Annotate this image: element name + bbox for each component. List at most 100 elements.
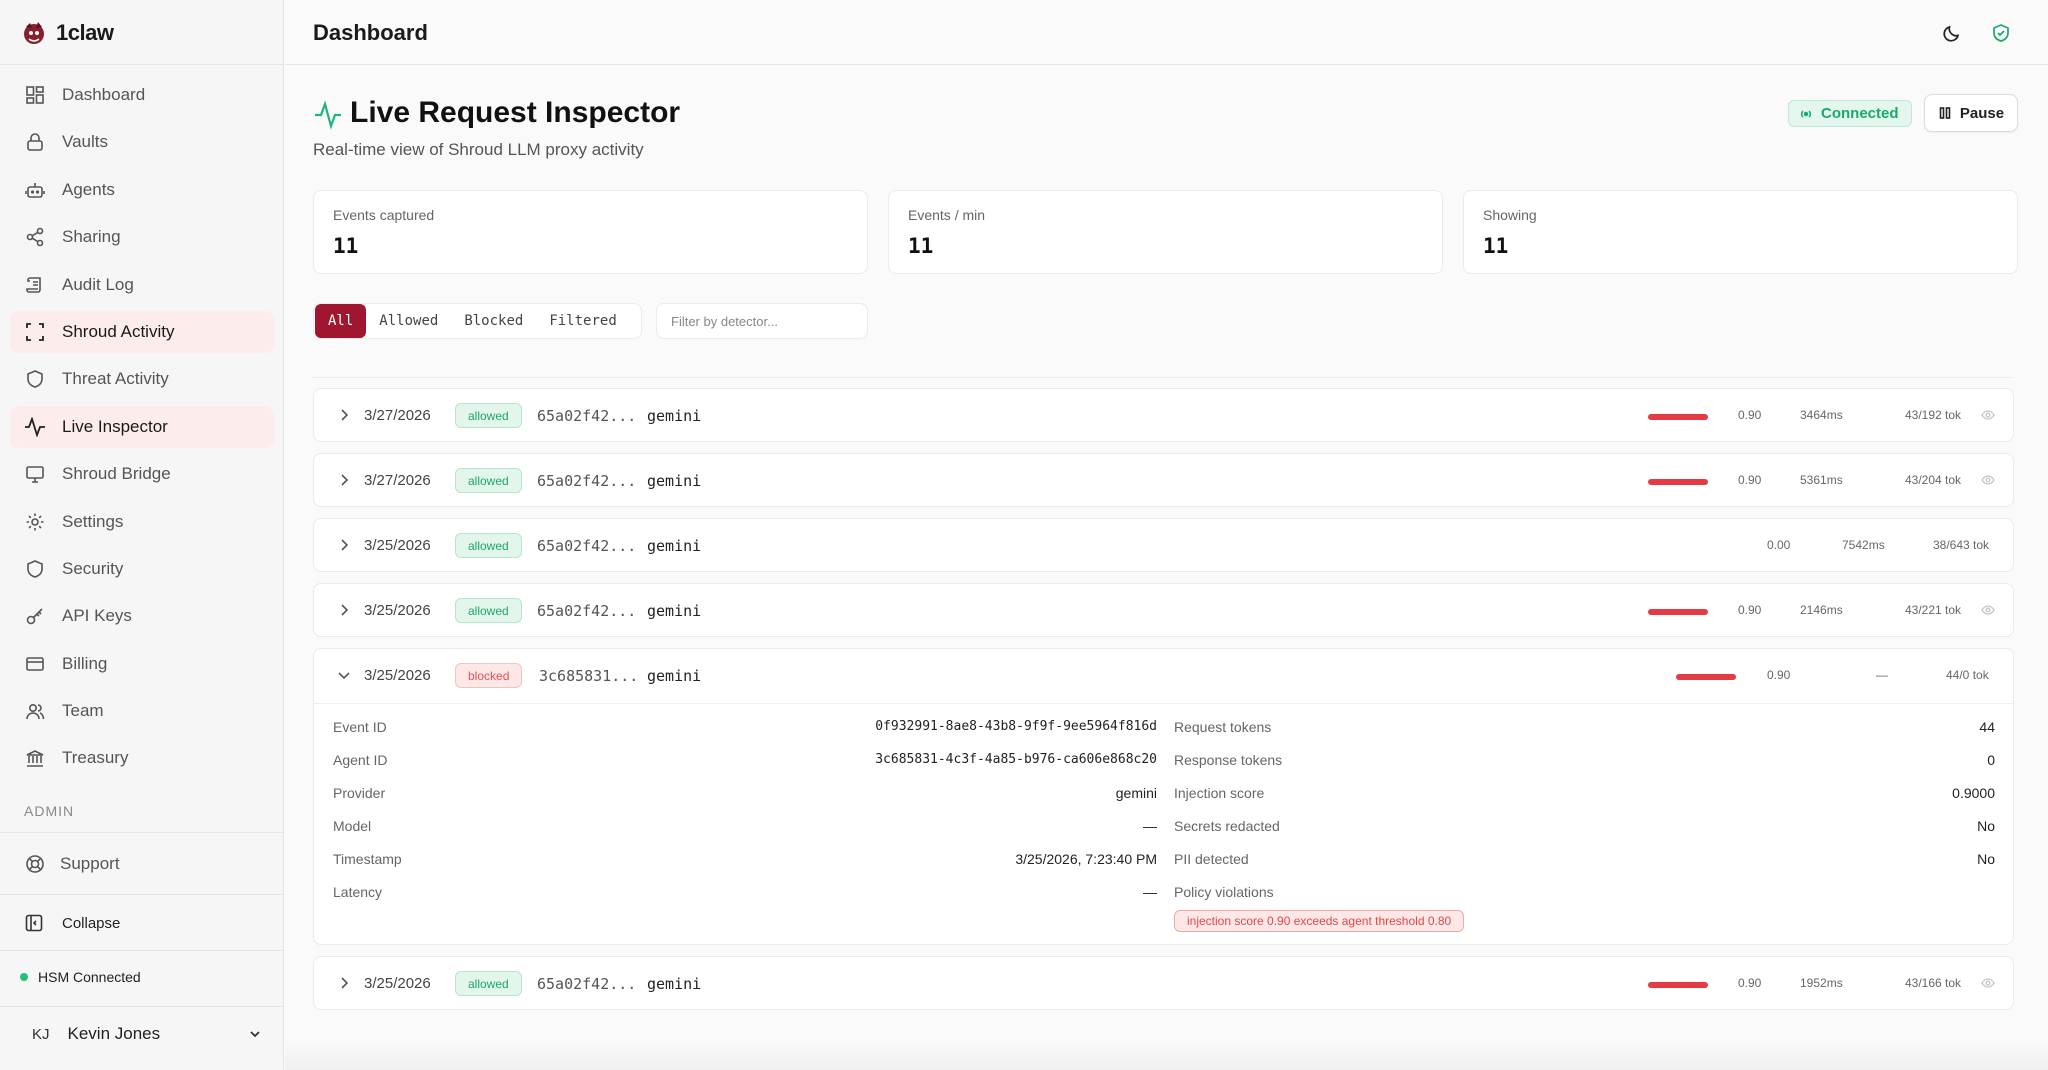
- moon-icon[interactable]: [1940, 21, 1964, 45]
- stat-label: Events / min: [908, 207, 986, 223]
- sidebar-item-security[interactable]: Security: [10, 548, 274, 590]
- sidebar-item-dashboard[interactable]: Dashboard: [10, 74, 274, 116]
- sidebar-item-audit-log[interactable]: Audit Log: [10, 264, 274, 306]
- event-row[interactable]: 3/27/2026 allowed 65a02f42... gemini 0.9…: [313, 453, 2014, 507]
- pause-icon: [1939, 107, 1951, 119]
- bot-icon: [24, 179, 46, 201]
- key-icon: [24, 605, 46, 627]
- sidebar-item-team[interactable]: Team: [10, 690, 274, 732]
- filter-tab-allowed[interactable]: Allowed: [366, 304, 451, 338]
- injection-score-value: 0.9000: [1952, 785, 1995, 801]
- stat-card-events-per-min: Events / min 11: [888, 190, 1443, 274]
- event-row-header[interactable]: 3/25/2026 blocked 3c685831... gemini 0.9…: [314, 649, 2013, 703]
- response-tokens-value: 0: [1987, 752, 1995, 768]
- sidebar-item-sharing[interactable]: Sharing: [10, 216, 274, 258]
- injection-score: 0.90: [1738, 603, 1762, 617]
- detector-filter-input[interactable]: [656, 303, 868, 339]
- chevron-right-icon[interactable]: [336, 472, 352, 488]
- stat-value: 11: [1483, 234, 1509, 258]
- sidebar-item-shroud-bridge[interactable]: Shroud Bridge: [10, 453, 274, 495]
- pause-button[interactable]: Pause: [1924, 94, 2018, 132]
- event-row-header[interactable]: 3/27/2026 allowed 65a02f42... gemini 0.9…: [314, 389, 2013, 443]
- latency: 3464ms: [1800, 408, 1843, 422]
- eye-icon[interactable]: [1981, 603, 1995, 617]
- sidebar-nav: Dashboard Vaults Agents Sharing Audit Lo…: [10, 74, 274, 785]
- eye-icon[interactable]: [1981, 473, 1995, 487]
- sidebar-item-label: Treasury: [62, 748, 129, 768]
- status-badge: allowed: [455, 468, 522, 493]
- event-row-header[interactable]: 3/25/2026 allowed 65a02f42... gemini 0.9…: [314, 584, 2013, 638]
- sidebar-item-live-inspector[interactable]: Live Inspector: [10, 405, 274, 448]
- support-link[interactable]: Support: [24, 849, 120, 879]
- user-menu[interactable]: KJ Kevin Jones: [32, 1024, 262, 1044]
- sidebar-item-label: Vaults: [62, 132, 108, 152]
- agent-id: 65a02f42...: [537, 537, 637, 555]
- agent-id: 65a02f42...: [537, 975, 637, 993]
- stat-card-events-captured: Events captured 11: [313, 190, 868, 274]
- token-count: 43/166 tok: [1905, 976, 1962, 990]
- event-row[interactable]: 3/25/2026 allowed 65a02f42... gemini 0.0…: [313, 518, 2014, 572]
- chevron-right-icon[interactable]: [336, 975, 352, 991]
- panel-left-icon: [24, 913, 44, 933]
- sidebar-item-threat-activity[interactable]: Threat Activity: [10, 358, 274, 400]
- sidebar-item-settings[interactable]: Settings: [10, 501, 274, 543]
- injection-score-bar: [1648, 982, 1708, 988]
- agent-id-value: 3c685831-4c3f-4a85-b976-ca606e868c20: [875, 752, 1157, 767]
- chevron-right-icon[interactable]: [336, 407, 352, 423]
- brand[interactable]: 1claw: [20, 18, 114, 48]
- token-count: 43/192 tok: [1905, 408, 1962, 422]
- topbar-title: Dashboard: [313, 20, 428, 45]
- sidebar-item-agents[interactable]: Agents: [10, 169, 274, 211]
- detail-label: Model: [333, 818, 372, 834]
- agent-id: 3c685831...: [539, 667, 639, 685]
- filter-tab-filtered[interactable]: Filtered: [536, 304, 629, 338]
- event-row-expanded[interactable]: 3/25/2026 blocked 3c685831... gemini 0.9…: [313, 648, 2014, 945]
- sidebar-item-label: Sharing: [62, 227, 121, 247]
- sidebar-item-label: Security: [62, 558, 124, 578]
- secrets-redacted-value: No: [1977, 818, 1995, 834]
- eye-icon[interactable]: [1981, 976, 1995, 990]
- eye-icon[interactable]: [1981, 408, 1995, 422]
- event-row[interactable]: 3/27/2026 allowed 65a02f42... gemini 0.9…: [313, 388, 2014, 442]
- shield-check-icon[interactable]: [1989, 21, 2013, 45]
- divider: [0, 64, 284, 65]
- sidebar-item-vaults[interactable]: Vaults: [10, 121, 274, 163]
- agent-id: 65a02f42...: [537, 602, 637, 620]
- sidebar-item-api-keys[interactable]: API Keys: [10, 595, 274, 637]
- share-icon: [24, 226, 46, 248]
- monitor-icon: [24, 463, 46, 485]
- injection-score: 0.90: [1738, 408, 1762, 422]
- filter-tab-all[interactable]: All: [315, 304, 367, 338]
- provider: gemini: [647, 975, 702, 993]
- detail-label: Latency: [333, 884, 383, 900]
- token-count: 44/0 tok: [1946, 668, 1989, 682]
- sidebar: 1claw Dashboard Vaults Agents Sharing Au…: [0, 0, 284, 1070]
- users-icon: [24, 700, 46, 722]
- detail-label: Policy violations: [1174, 884, 1274, 900]
- event-row[interactable]: 3/25/2026 allowed 65a02f42... gemini 0.9…: [313, 583, 2014, 637]
- chevron-right-icon[interactable]: [336, 537, 352, 553]
- event-row-header[interactable]: 3/27/2026 allowed 65a02f42... gemini 0.9…: [314, 454, 2013, 508]
- event-row[interactable]: 3/25/2026 allowed 65a02f42... gemini 0.9…: [313, 956, 2014, 1010]
- bank-icon: [24, 747, 46, 769]
- stat-value: 11: [908, 234, 934, 258]
- list-divider: [313, 377, 2013, 378]
- latency: 7542ms: [1842, 538, 1885, 552]
- sidebar-item-treasury[interactable]: Treasury: [10, 737, 274, 779]
- divider: [0, 950, 284, 951]
- sidebar-item-billing[interactable]: Billing: [10, 643, 274, 685]
- chevron-down-icon[interactable]: [336, 667, 352, 683]
- stat-label: Showing: [1483, 207, 1537, 223]
- event-row-header[interactable]: 3/25/2026 allowed 65a02f42... gemini 0.9…: [314, 957, 2013, 1011]
- lock-icon: [24, 131, 46, 153]
- event-row-header[interactable]: 3/25/2026 allowed 65a02f42... gemini 0.0…: [314, 519, 2013, 573]
- latency: 2146ms: [1800, 603, 1843, 617]
- collapse-button[interactable]: Collapse: [24, 908, 120, 938]
- chevron-right-icon[interactable]: [336, 602, 352, 618]
- detail-label: Injection score: [1174, 785, 1265, 801]
- filter-tab-blocked[interactable]: Blocked: [451, 304, 536, 338]
- sidebar-item-label: Agents: [62, 179, 115, 199]
- injection-score: 0.90: [1738, 976, 1762, 990]
- sidebar-item-shroud-activity[interactable]: Shroud Activity: [10, 310, 274, 353]
- provider: gemini: [647, 537, 702, 555]
